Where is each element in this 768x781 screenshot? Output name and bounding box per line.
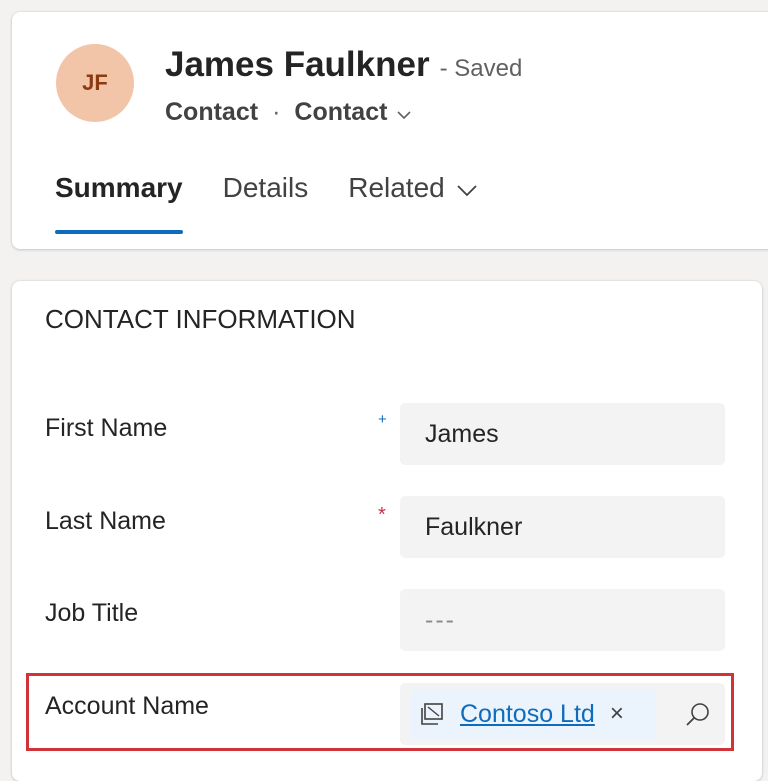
first-name-label: First Name bbox=[45, 414, 168, 442]
tab-list: Summary Details Related bbox=[55, 172, 517, 234]
highlight-box bbox=[26, 673, 734, 751]
required-indicator: * bbox=[378, 504, 386, 526]
chevron-down-icon bbox=[397, 98, 412, 127]
tab-summary-label: Summary bbox=[55, 172, 183, 203]
job-title-field[interactable]: --- bbox=[400, 589, 725, 651]
tab-related[interactable]: Related bbox=[348, 172, 477, 234]
record-title: James Faulkner - Saved bbox=[165, 45, 522, 85]
first-name-field[interactable]: James bbox=[400, 403, 725, 465]
separator-dot: · bbox=[272, 98, 281, 126]
job-title-label: Job Title bbox=[45, 599, 139, 627]
form-selector[interactable]: Contact bbox=[294, 98, 412, 127]
last-name-label: Last Name bbox=[45, 507, 166, 535]
entity-name: Contact bbox=[165, 98, 259, 126]
chevron-down-icon bbox=[457, 172, 477, 204]
entity-line: Contact · Contact bbox=[165, 98, 412, 127]
tab-details[interactable]: Details bbox=[223, 172, 309, 234]
tab-related-label: Related bbox=[348, 172, 445, 203]
avatar: JF bbox=[56, 44, 134, 122]
section-title: CONTACT INFORMATION bbox=[45, 304, 356, 334]
recommended-indicator: + bbox=[378, 411, 387, 428]
last-name-field[interactable]: Faulkner bbox=[400, 496, 725, 558]
tab-summary[interactable]: Summary bbox=[55, 172, 183, 234]
record-name: James Faulkner bbox=[165, 45, 430, 84]
tab-details-label: Details bbox=[222, 172, 309, 203]
form-name: Contact bbox=[294, 98, 388, 126]
save-status: - Saved bbox=[439, 55, 523, 82]
record-header: JF James Faulkner - Saved Contact · Conta… bbox=[12, 12, 768, 249]
